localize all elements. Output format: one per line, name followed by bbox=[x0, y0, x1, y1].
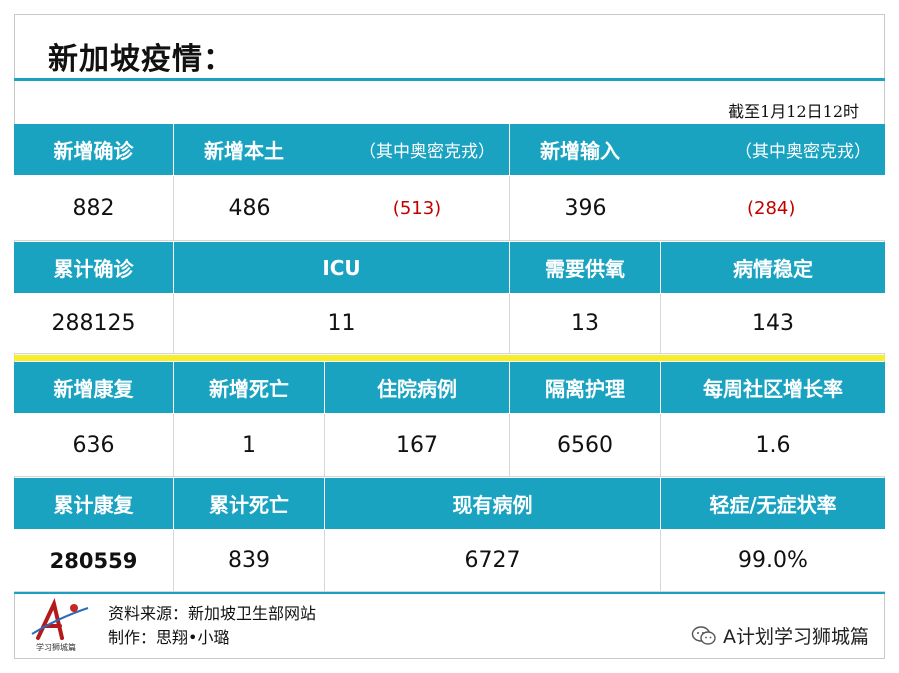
value-oxygen: 13 bbox=[510, 294, 661, 354]
wechat-icon bbox=[691, 625, 716, 645]
value-stable: 143 bbox=[661, 294, 885, 354]
value-new-confirmed: 882 bbox=[14, 176, 174, 241]
page-title: 新加坡疫情： bbox=[48, 42, 234, 77]
value-new-imported: 396 bbox=[510, 176, 661, 241]
value-mild-rate: 99.0% bbox=[661, 530, 885, 592]
header-hospitalized: 住院病例 bbox=[325, 362, 510, 414]
header-imported-omicron-note: （其中奥密克戎） bbox=[735, 142, 871, 162]
header-local-omicron-note: （其中奥密克戎） bbox=[359, 142, 495, 162]
wechat-account-name: A计划学习狮城篇 bbox=[723, 626, 869, 648]
value-isolation: 6560 bbox=[510, 414, 661, 477]
value-total-confirmed: 288125 bbox=[14, 294, 174, 354]
header-row-cumulative: 累计确诊 ICU 需要供氧 病情稳定 bbox=[14, 242, 885, 294]
brand-logo: 学习狮城篇 bbox=[30, 597, 100, 652]
value-new-recovered: 636 bbox=[14, 414, 174, 477]
value-weekly-growth: 1.6 bbox=[661, 414, 885, 477]
header-new-deaths: 新增死亡 bbox=[174, 362, 325, 414]
header-total-recovered: 累计康复 bbox=[14, 478, 174, 530]
header-new-imported: 新增输入 （其中奥密克戎） bbox=[510, 124, 885, 176]
wechat-account-badge[interactable]: A计划学习狮城篇 bbox=[691, 622, 869, 649]
value-row-recovery: 636 1 167 6560 1.6 bbox=[14, 414, 885, 477]
header-new-confirmed: 新增确诊 bbox=[14, 124, 174, 176]
header-total-confirmed: 累计确诊 bbox=[14, 242, 174, 294]
value-row-totals: 280559 839 6727 99.0% bbox=[14, 530, 885, 592]
source-credits: 资料来源：新加坡卫生部网站 制作：思翔•小璐 bbox=[108, 602, 316, 650]
value-local-omicron: (513) bbox=[325, 176, 510, 241]
header-new-imported-label: 新增输入 bbox=[540, 139, 620, 163]
header-mild-rate: 轻症/无症状率 bbox=[661, 478, 885, 530]
credit-line: 制作：思翔•小璐 bbox=[108, 628, 230, 647]
title-underline bbox=[14, 78, 885, 81]
header-active-cases: 现有病例 bbox=[325, 478, 661, 530]
header-new-local-label: 新增本土 bbox=[204, 139, 284, 163]
header-row-new-cases: 新增确诊 新增本土 （其中奥密克戎） 新增输入 （其中奥密克戎） bbox=[14, 124, 885, 176]
source-line: 资料来源：新加坡卫生部网站 bbox=[108, 604, 317, 623]
header-oxygen: 需要供氧 bbox=[510, 242, 661, 294]
header-new-local: 新增本土 （其中奥密克戎） bbox=[174, 124, 510, 176]
header-row-totals: 累计康复 累计死亡 现有病例 轻症/无症状率 bbox=[14, 478, 885, 530]
section-divider bbox=[14, 355, 885, 361]
header-icu: ICU bbox=[174, 242, 510, 294]
header-isolation: 隔离护理 bbox=[510, 362, 661, 414]
footer-divider bbox=[14, 592, 885, 594]
value-total-recovered: 280559 bbox=[14, 530, 174, 592]
value-active-cases: 6727 bbox=[325, 530, 661, 592]
logo-a-icon: 学习狮城篇 bbox=[31, 597, 89, 652]
value-row-cumulative: 288125 11 13 143 bbox=[14, 294, 885, 354]
as-of-timestamp: 截至1月12日12时 bbox=[728, 102, 859, 121]
header-row-recovery: 新增康复 新增死亡 住院病例 隔离护理 每周社区增长率 bbox=[14, 362, 885, 414]
value-new-deaths: 1 bbox=[174, 414, 325, 477]
header-stable: 病情稳定 bbox=[661, 242, 885, 294]
value-total-deaths: 839 bbox=[174, 530, 325, 592]
header-total-deaths: 累计死亡 bbox=[174, 478, 325, 530]
value-row-new-cases: 882 486 (513) 396 (284) bbox=[14, 176, 885, 241]
value-icu: 11 bbox=[174, 294, 510, 354]
logo-caption: 学习狮城篇 bbox=[36, 642, 76, 652]
header-new-recovered: 新增康复 bbox=[14, 362, 174, 414]
value-imported-omicron: (284) bbox=[661, 176, 885, 241]
value-new-local: 486 bbox=[174, 176, 325, 241]
value-hospitalized: 167 bbox=[325, 414, 510, 477]
header-weekly-growth: 每周社区增长率 bbox=[661, 362, 885, 414]
